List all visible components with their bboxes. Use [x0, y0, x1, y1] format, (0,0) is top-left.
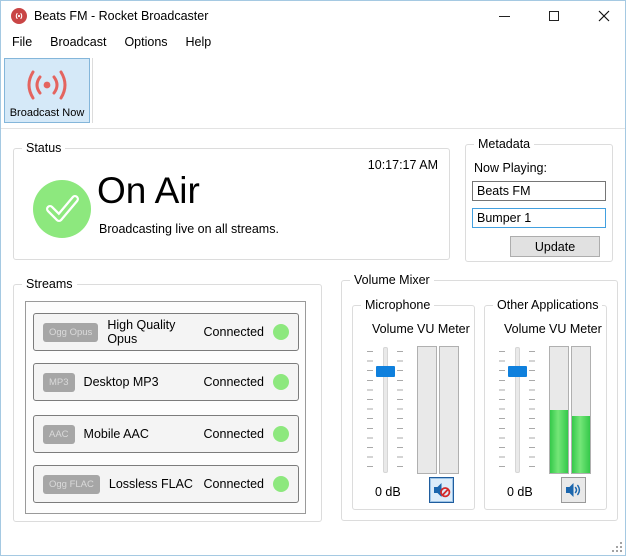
codec-badge: Ogg Opus: [43, 323, 98, 342]
status-group-label: Status: [22, 141, 65, 155]
other-apps-channel-group: Other Applications Volume VU Meter 0 dB: [484, 305, 607, 510]
update-button[interactable]: Update: [510, 236, 600, 257]
microphone-label: Microphone: [361, 298, 434, 312]
stream-status: Connected: [204, 325, 264, 339]
connected-indicator-icon: [273, 426, 289, 442]
broadcast-glyph: [13, 11, 25, 21]
vu-meter-label: VU Meter: [417, 322, 470, 336]
now-playing-label: Now Playing:: [474, 161, 547, 175]
other-apps-label: Other Applications: [493, 298, 602, 312]
menu-options[interactable]: Options: [115, 31, 176, 56]
clock-text: 10:17:17 AM: [368, 158, 438, 172]
streams-panel: Ogg Opus High Quality Opus Connected MP3…: [25, 301, 306, 514]
on-air-headline: On Air: [97, 170, 200, 212]
streams-group: Streams Ogg Opus High Quality Opus Conne…: [13, 284, 322, 522]
minimize-button[interactable]: [487, 1, 521, 31]
speaker-muted-icon: [433, 482, 451, 498]
codec-badge: MP3: [43, 373, 75, 392]
app-window: Beats FM - Rocket Broadcaster File Broad…: [0, 0, 626, 556]
vu-fill-right: [572, 416, 590, 473]
stream-status: Connected: [204, 477, 264, 491]
broadcast-now-label: Broadcast Now: [10, 107, 85, 119]
codec-badge: Ogg FLAC: [43, 475, 100, 494]
resize-grip[interactable]: [612, 542, 622, 552]
apps-volume-slider-handle[interactable]: [508, 366, 527, 377]
minimize-icon: [499, 16, 510, 17]
codec-badge: AAC: [43, 425, 75, 444]
mic-db-label: 0 dB: [375, 485, 401, 499]
vu-meter-label: VU Meter: [549, 322, 602, 336]
stream-row-mp3[interactable]: MP3 Desktop MP3 Connected: [33, 363, 299, 401]
volume-label: Volume: [372, 322, 414, 336]
slider-ticks-left: [499, 351, 505, 467]
stream-name: Desktop MP3: [84, 375, 159, 389]
menu-help[interactable]: Help: [177, 31, 221, 56]
apps-mute-button[interactable]: [561, 477, 586, 503]
station-name-input[interactable]: [472, 181, 606, 201]
mic-mute-button[interactable]: [429, 477, 454, 503]
maximize-icon: [549, 11, 559, 21]
stream-status: Connected: [204, 375, 264, 389]
mic-volume-slider-handle[interactable]: [376, 366, 395, 377]
title-bar: Beats FM - Rocket Broadcaster: [1, 1, 625, 31]
stream-row-opus[interactable]: Ogg Opus High Quality Opus Connected: [33, 313, 299, 351]
status-group: Status 10:17:17 AM On Air Broadcasting l…: [13, 148, 450, 260]
stream-status: Connected: [204, 427, 264, 441]
volume-mixer-group: Volume Mixer Microphone Volume VU Meter …: [341, 280, 618, 521]
stream-name: High Quality Opus: [107, 318, 203, 346]
vu-bar-left: [549, 346, 569, 474]
connected-indicator-icon: [273, 476, 289, 492]
menu-bar: File Broadcast Options Help: [1, 31, 625, 56]
close-icon: [598, 10, 610, 22]
apps-db-label: 0 dB: [507, 485, 533, 499]
metadata-group-label: Metadata: [474, 137, 534, 151]
app-icon: [11, 8, 27, 24]
vu-bar-left: [417, 346, 437, 474]
connected-indicator-icon: [273, 374, 289, 390]
menu-broadcast[interactable]: Broadcast: [41, 31, 115, 56]
volume-label: Volume: [504, 322, 546, 336]
broadcast-icon: [23, 68, 71, 105]
maximize-button[interactable]: [537, 1, 571, 31]
track-title-input[interactable]: [472, 208, 606, 228]
vu-fill-left: [550, 410, 568, 473]
on-air-check-icon: [33, 180, 91, 238]
status-subtext: Broadcasting live on all streams.: [99, 222, 279, 236]
connected-indicator-icon: [273, 324, 289, 340]
toolbar: Broadcast Now: [1, 56, 625, 129]
speaker-on-icon: [565, 482, 583, 498]
streams-group-label: Streams: [22, 277, 77, 291]
metadata-group: Metadata Now Playing: Update: [465, 144, 613, 262]
stream-row-aac[interactable]: AAC Mobile AAC Connected: [33, 415, 299, 453]
slider-ticks-right: [529, 351, 535, 467]
slider-ticks-right: [397, 351, 403, 467]
apps-vu-meter: [549, 346, 591, 474]
stream-name: Lossless FLAC: [109, 477, 193, 491]
slider-ticks-left: [367, 351, 373, 467]
mic-vu-meter: [417, 346, 459, 474]
vu-bar-right: [439, 346, 459, 474]
microphone-channel-group: Microphone Volume VU Meter 0 dB: [352, 305, 475, 510]
stream-row-flac[interactable]: Ogg FLAC Lossless FLAC Connected: [33, 465, 299, 503]
close-button[interactable]: [587, 1, 621, 31]
toolbar-separator: [92, 58, 93, 123]
broadcast-now-button[interactable]: Broadcast Now: [4, 58, 90, 123]
window-title: Beats FM - Rocket Broadcaster: [34, 9, 208, 23]
menu-file[interactable]: File: [3, 31, 41, 56]
stream-name: Mobile AAC: [84, 427, 149, 441]
vu-bar-right: [571, 346, 591, 474]
volume-mixer-label: Volume Mixer: [350, 273, 434, 287]
